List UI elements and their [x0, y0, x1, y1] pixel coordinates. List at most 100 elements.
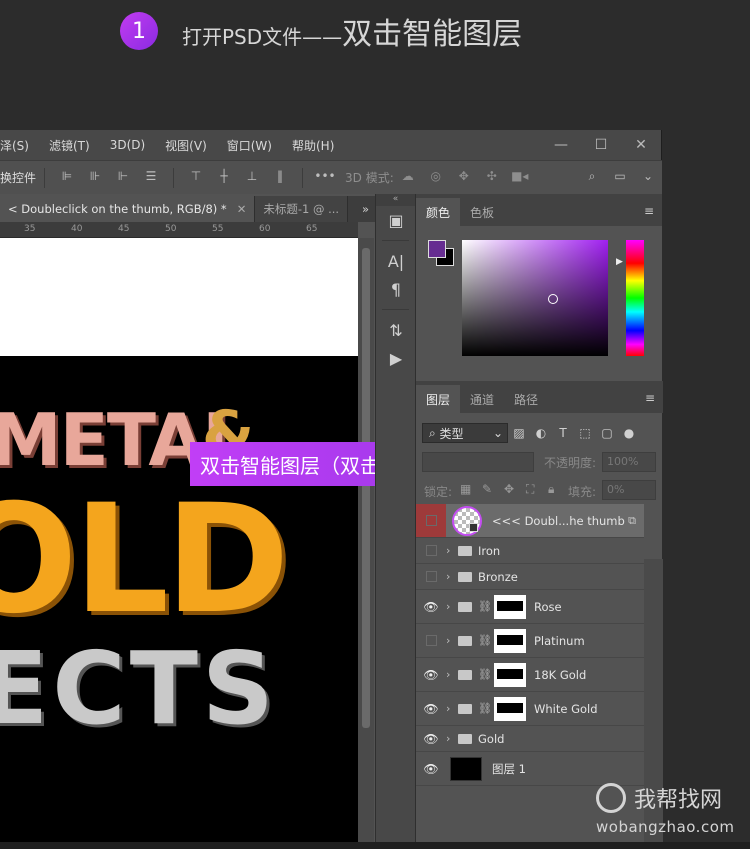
smart-object-filter-icon[interactable]: ▢ — [596, 426, 618, 440]
layer-row-18k-gold[interactable]: 👁︎ › ⛓︎ 18K Gold — [416, 658, 644, 692]
menu-item-view[interactable]: 视图(V) — [155, 137, 217, 154]
layer-row-smart-object[interactable]: <<< Doubl...he thumb ⧉ — [416, 504, 644, 538]
paragraph-icon[interactable]: ¶ — [376, 275, 416, 303]
properties-icon[interactable]: ▣ — [376, 206, 416, 234]
visibility-toggle[interactable] — [416, 538, 446, 563]
more-options-icon[interactable]: ••• — [314, 169, 336, 187]
3d-slide-icon[interactable]: ✣ — [481, 169, 503, 187]
layer-row-rose[interactable]: 👁︎ › ⛓︎ Rose — [416, 590, 644, 624]
align-bottom-icon[interactable]: ⊥ — [241, 169, 263, 187]
menu-item-select[interactable]: 泽(S) — [0, 137, 39, 154]
expand-chevron-icon[interactable]: › — [446, 544, 458, 557]
tab-swatches[interactable]: 色板 — [460, 198, 504, 226]
expand-chevron-icon[interactable]: › — [446, 668, 458, 681]
history-icon[interactable]: ⇅ — [376, 316, 416, 344]
character-icon[interactable]: A| — [376, 247, 416, 275]
foreground-color-swatch[interactable] — [428, 240, 446, 258]
layer-mask-thumbnail[interactable] — [494, 594, 526, 619]
hue-slider[interactable] — [626, 240, 644, 356]
layer-thumbnail[interactable] — [450, 756, 482, 781]
link-icon[interactable]: ⛓︎ — [478, 668, 492, 681]
color-picker-ring[interactable] — [548, 294, 558, 304]
eye-icon[interactable]: 👁︎ — [416, 692, 446, 725]
tabs-overflow-icon[interactable]: » — [362, 202, 375, 216]
align-middle-icon[interactable]: ┼ — [213, 169, 235, 187]
chevron-down-icon[interactable]: ⌄ — [637, 169, 659, 187]
3d-drag-icon[interactable]: ✥ — [453, 169, 475, 187]
pixel-filter-icon[interactable]: ▨ — [508, 426, 530, 440]
align-top-icon[interactable]: ⊤ — [185, 169, 207, 187]
type-filter-icon[interactable]: T — [552, 426, 574, 440]
layer-row-layer-1[interactable]: 👁︎ 图层 1 — [416, 752, 644, 786]
layer-row-platinum[interactable]: › ⛓︎ Platinum — [416, 624, 644, 658]
link-icon[interactable]: ⛓︎ — [478, 702, 492, 715]
tab-channels[interactable]: 通道 — [460, 385, 504, 413]
lock-paint-icon[interactable]: ✎ — [482, 482, 492, 496]
tab-color[interactable]: 颜色 — [416, 198, 461, 226]
layer-row-gold[interactable]: 👁︎ › Gold — [416, 726, 644, 752]
panel-menu-icon[interactable]: ≡ — [636, 204, 662, 226]
canvas-scrollbar[interactable] — [358, 238, 374, 849]
link-icon[interactable]: ⛓︎ — [478, 600, 492, 613]
scrollbar-thumb[interactable] — [362, 248, 370, 728]
panel-menu-icon[interactable]: ≡ — [637, 391, 663, 413]
adjustment-filter-icon[interactable]: ◐ — [530, 426, 552, 440]
minimize-button[interactable]: — — [541, 137, 581, 153]
search-icon[interactable]: ⌕ — [581, 169, 603, 187]
actions-play-icon[interactable]: ▶ — [376, 344, 416, 372]
3d-rotate-icon[interactable]: ☁ — [397, 169, 419, 187]
layer-mask-thumbnail[interactable] — [494, 628, 526, 653]
lock-artboard-icon[interactable]: ⛶ — [526, 482, 534, 497]
opacity-input[interactable]: 100% — [602, 452, 656, 472]
visibility-toggle[interactable] — [416, 564, 446, 589]
close-icon[interactable]: ✕ — [237, 202, 247, 216]
expand-chevron-icon[interactable]: › — [446, 702, 458, 715]
expand-chevron-icon[interactable]: › — [446, 732, 458, 745]
tab-untitled-document[interactable]: 未标题-1 @ ... — [255, 196, 349, 222]
shape-filter-icon[interactable]: ⬚ — [574, 426, 596, 440]
visibility-toggle[interactable] — [416, 624, 446, 657]
smart-object-thumbnail[interactable] — [452, 505, 482, 536]
filter-toggle-icon[interactable]: ● — [618, 426, 640, 440]
link-icon[interactable]: ⛓︎ — [478, 634, 492, 647]
transform-controls-label[interactable]: 换控件 — [0, 169, 36, 186]
eye-icon[interactable]: 👁︎ — [416, 726, 446, 751]
distribute-icon[interactable]: ☰ — [140, 169, 162, 187]
distribute-vertical-icon[interactable]: ‖ — [269, 169, 291, 187]
menu-item-help[interactable]: 帮助(H) — [282, 137, 344, 154]
menu-item-window[interactable]: 窗口(W) — [217, 137, 282, 154]
expand-chevron-icon[interactable]: › — [446, 570, 458, 583]
workspace-icon[interactable]: ▭ — [609, 169, 631, 187]
eye-icon[interactable]: 👁︎ — [416, 658, 446, 691]
expand-chevron-icon[interactable]: › — [446, 634, 458, 647]
layer-row-iron[interactable]: › Iron — [416, 538, 644, 564]
layer-row-white-gold[interactable]: 👁︎ › ⛓︎ White Gold — [416, 692, 644, 726]
expand-chevron-icon[interactable]: › — [446, 600, 458, 613]
align-center-icon[interactable]: ⊪ — [84, 169, 106, 187]
layer-kind-filter[interactable]: ⌕ 类型 ⌄ — [422, 423, 508, 443]
lock-transparent-icon[interactable]: ▦ — [460, 482, 471, 496]
lock-move-icon[interactable]: ✥ — [504, 482, 514, 496]
layer-mask-thumbnail[interactable] — [494, 662, 526, 687]
tab-active-document[interactable]: < Doubleclick on the thumb, RGB/8) * ✕ — [0, 196, 256, 222]
layer-row-bronze[interactable]: › Bronze — [416, 564, 644, 590]
document-canvas[interactable]: METAL & OLD ECTS — [0, 238, 358, 849]
blend-mode-select[interactable] — [422, 452, 534, 472]
maximize-button[interactable]: ☐ — [581, 137, 621, 153]
layer-mask-thumbnail[interactable] — [494, 696, 526, 721]
3d-roll-icon[interactable]: ◎ — [425, 169, 447, 187]
align-left-icon[interactable]: ⊫ — [56, 169, 78, 187]
tab-paths[interactable]: 路径 — [504, 385, 548, 413]
fill-input[interactable]: 0% — [602, 480, 656, 500]
visibility-toggle[interactable] — [416, 504, 446, 537]
lock-all-icon[interactable]: 🔒︎ — [548, 482, 554, 497]
hue-slider-arrow-icon[interactable]: ▶ — [616, 257, 623, 267]
tab-layers[interactable]: 图层 — [416, 385, 461, 413]
eye-icon[interactable]: 👁︎ — [416, 590, 446, 623]
menu-item-3d[interactable]: 3D(D) — [100, 138, 155, 152]
dock-collapse-icon[interactable]: « — [376, 194, 415, 206]
menu-item-filter[interactable]: 滤镜(T) — [39, 137, 100, 154]
eye-icon[interactable]: 👁︎ — [416, 752, 446, 785]
color-field[interactable] — [462, 240, 608, 356]
3d-camera-icon[interactable]: ■◂ — [509, 169, 531, 187]
